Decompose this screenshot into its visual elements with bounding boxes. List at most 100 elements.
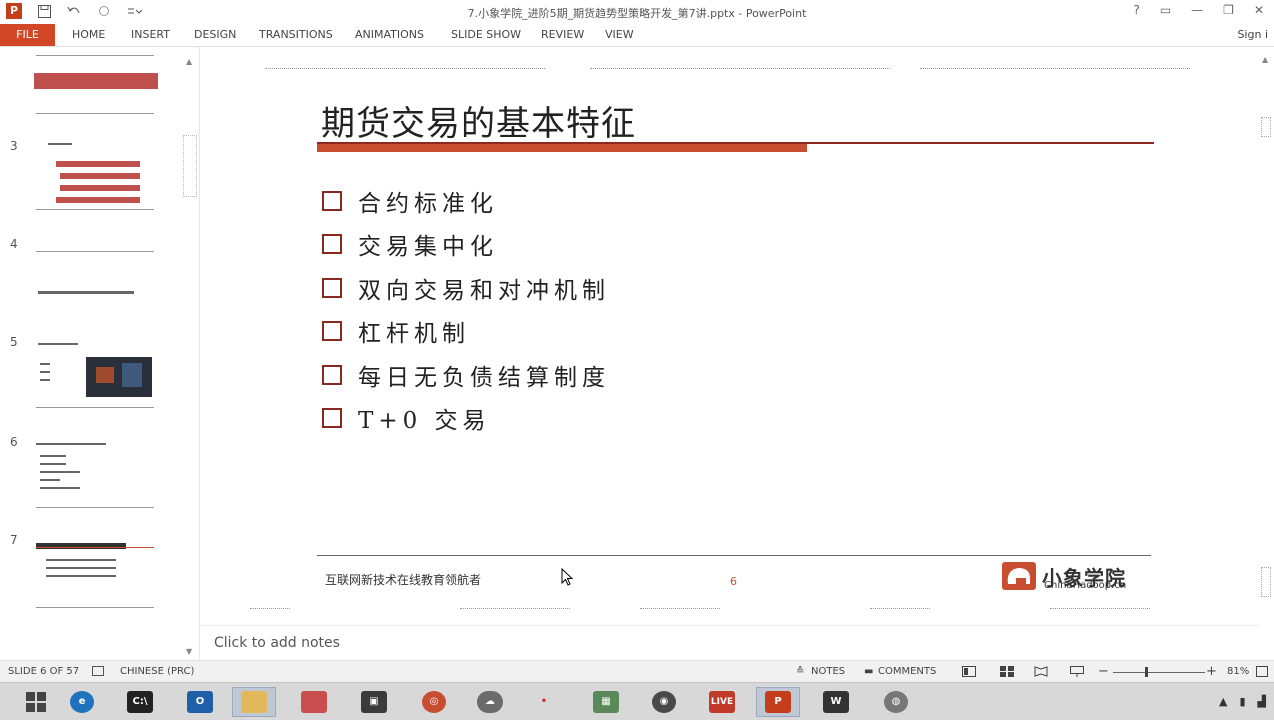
slide-title[interactable]: 期货交易的基本特征 — [321, 96, 636, 145]
chrome-icon[interactable]: ◍ — [874, 687, 918, 717]
music-app-icon[interactable]: • — [522, 687, 566, 717]
outlook-icon[interactable]: O — [178, 687, 222, 717]
wechat-icon[interactable]: ◉ — [642, 687, 686, 717]
slideshow-icon[interactable] — [1070, 666, 1084, 680]
document-title: 7.小象学院_进阶5期_期货趋势型策略开发_第7讲.pptx - PowerPo… — [467, 7, 807, 20]
bullet-text: 双向交易和对冲机制 — [358, 278, 610, 304]
scroll-up-icon[interactable]: ▲ — [186, 57, 192, 66]
bullet-text: 交易集中化 — [358, 234, 498, 260]
ribbon-tabs: FILE HOME INSERT DESIGN TRANSITIONS ANIM… — [0, 24, 1274, 46]
calculator-icon[interactable]: ▦ — [584, 687, 628, 717]
zoom-level[interactable]: 81% — [1227, 666, 1249, 677]
bullet-text: 杠杆机制 — [358, 321, 470, 347]
close-button[interactable]: ✕ — [1254, 3, 1264, 17]
mouse-cursor-icon — [561, 568, 574, 586]
powerpoint-taskbar-icon[interactable]: P — [756, 687, 800, 717]
tab-file[interactable]: FILE — [0, 24, 55, 46]
bullet-item: 交易集中化 — [322, 227, 498, 261]
guide-dots — [460, 608, 570, 609]
checkbox-bullet-icon — [322, 408, 342, 428]
tab-slide-show[interactable]: SLIDE SHOW — [451, 24, 521, 46]
start-button[interactable] — [14, 687, 58, 717]
internet-explorer-icon[interactable]: e — [60, 687, 104, 717]
bullet-item: 合约标准化 — [322, 184, 498, 218]
comments-toggle[interactable]: COMMENTS — [878, 666, 936, 677]
guide-dots — [250, 608, 290, 609]
sign-in-link[interactable]: Sign i — [1237, 24, 1268, 46]
status-bar: SLIDE 6 OF 57 CHINESE (PRC) ≙ NOTES ▬ CO… — [0, 660, 1274, 682]
tab-transitions[interactable]: TRANSITIONS — [259, 24, 333, 46]
minimize-button[interactable]: — — [1191, 3, 1203, 17]
slide-thumbnail-3[interactable] — [34, 139, 158, 211]
scroll-down-icon[interactable]: ▼ — [186, 647, 192, 656]
cloud-app-icon[interactable]: ☁ — [468, 687, 512, 717]
elephant-logo-icon — [1002, 562, 1036, 590]
tab-view[interactable]: VIEW — [605, 24, 634, 46]
help-button[interactable]: ? — [1133, 3, 1139, 17]
zoom-out-button[interactable]: − — [1098, 664, 1109, 679]
tab-design[interactable]: DESIGN — [194, 24, 236, 46]
normal-view-icon[interactable] — [962, 666, 976, 680]
restore-button[interactable]: ❐ — [1223, 3, 1234, 17]
zoom-in-button[interactable]: + — [1206, 664, 1217, 679]
slide-sorter-icon[interactable] — [1000, 666, 1014, 680]
language-indicator[interactable]: CHINESE (PRC) — [120, 666, 194, 677]
guide-dots — [265, 68, 545, 69]
network-icon[interactable]: ▮ — [1239, 695, 1245, 708]
title-accent-bar — [317, 144, 807, 152]
slide-vertical-scrollbar[interactable]: ▲ — [1258, 47, 1274, 625]
slide-counter: SLIDE 6 OF 57 — [8, 666, 80, 677]
checkbox-bullet-icon — [322, 278, 342, 298]
checkbox-bullet-icon — [322, 321, 342, 341]
tab-review[interactable]: REVIEW — [541, 24, 584, 46]
scroll-thumb-lower[interactable] — [1261, 567, 1271, 597]
reading-view-icon[interactable] — [1034, 666, 1048, 680]
terminal-icon[interactable]: C:\ — [118, 687, 162, 717]
tab-home[interactable]: HOME — [72, 24, 105, 46]
guide-dots — [590, 68, 890, 69]
fit-to-window-icon[interactable] — [1256, 666, 1268, 680]
bullet-item: 每日无负债结算制度 — [322, 358, 610, 392]
slide-page-number: 6 — [730, 575, 737, 588]
bullet-item: T+0 交易 — [322, 401, 491, 435]
bullet-text: 每日无负债结算制度 — [358, 365, 610, 391]
slide-thumbnail-6[interactable] — [34, 439, 158, 511]
thumbnail-number: 5 — [10, 335, 18, 349]
ide-icon[interactable]: ▣ — [352, 687, 396, 717]
slide-thumbnail-4[interactable] — [34, 239, 158, 311]
slide-5-image — [86, 357, 152, 397]
signal-icon[interactable]: ▟ — [1258, 695, 1266, 708]
zoom-slider-thumb[interactable] — [1145, 667, 1148, 677]
slide-thumbnail-pane[interactable]: 3 4 5 6 7 ▲ ▼ — [0, 47, 200, 660]
company-logo: 小象学院 ChinaHadoop.cn — [1002, 562, 1144, 592]
windows-taskbar: e C:\ O ▣ ◎ ☁ • ▦ ◉ LIVE P W ◍ ▲ ▮ ▟ — [0, 682, 1274, 720]
notes-toggle[interactable]: NOTES — [811, 666, 845, 677]
notes-pane[interactable]: Click to add notes — [200, 625, 1258, 660]
tab-animations[interactable]: ANIMATIONS — [355, 24, 424, 46]
zoom-slider[interactable] — [1113, 672, 1205, 673]
logo-english-text: ChinaHadoop.cn — [1044, 580, 1127, 591]
notes-icon[interactable]: ≙ — [796, 666, 804, 677]
bullet-item: 杠杆机制 — [322, 314, 470, 348]
ribbon-display-button[interactable]: ▭ — [1160, 3, 1171, 17]
thumbnail-scrollbar[interactable] — [183, 135, 197, 197]
window-controls: ? ▭ — ❐ ✕ — [1133, 3, 1264, 17]
notes-placeholder[interactable]: Click to add notes — [214, 635, 340, 651]
bullet-text: 合约标准化 — [358, 191, 498, 217]
slide-thumbnail-7[interactable] — [34, 537, 158, 609]
wps-icon[interactable]: W — [814, 687, 858, 717]
bullet-text: T+0 交易 — [358, 408, 491, 434]
tab-insert[interactable]: INSERT — [131, 24, 170, 46]
comments-icon[interactable]: ▬ — [864, 666, 873, 677]
tray-expand-icon[interactable]: ▲ — [1219, 695, 1227, 708]
slide-thumbnail-5[interactable] — [34, 339, 158, 411]
title-bar: P 7.小象学院_进阶5期_期货趋势型策略开发_第7讲.pptx - Power… — [0, 0, 1274, 24]
spellcheck-icon[interactable] — [92, 666, 104, 679]
scroll-thumb[interactable] — [1261, 117, 1271, 137]
live-app-icon[interactable]: LIVE — [700, 687, 744, 717]
scroll-up-icon[interactable]: ▲ — [1262, 55, 1268, 64]
slide-thumbnail-2[interactable] — [34, 47, 158, 117]
file-explorer-icon[interactable] — [232, 687, 276, 717]
paint-icon[interactable] — [292, 687, 336, 717]
browser-icon[interactable]: ◎ — [412, 687, 456, 717]
